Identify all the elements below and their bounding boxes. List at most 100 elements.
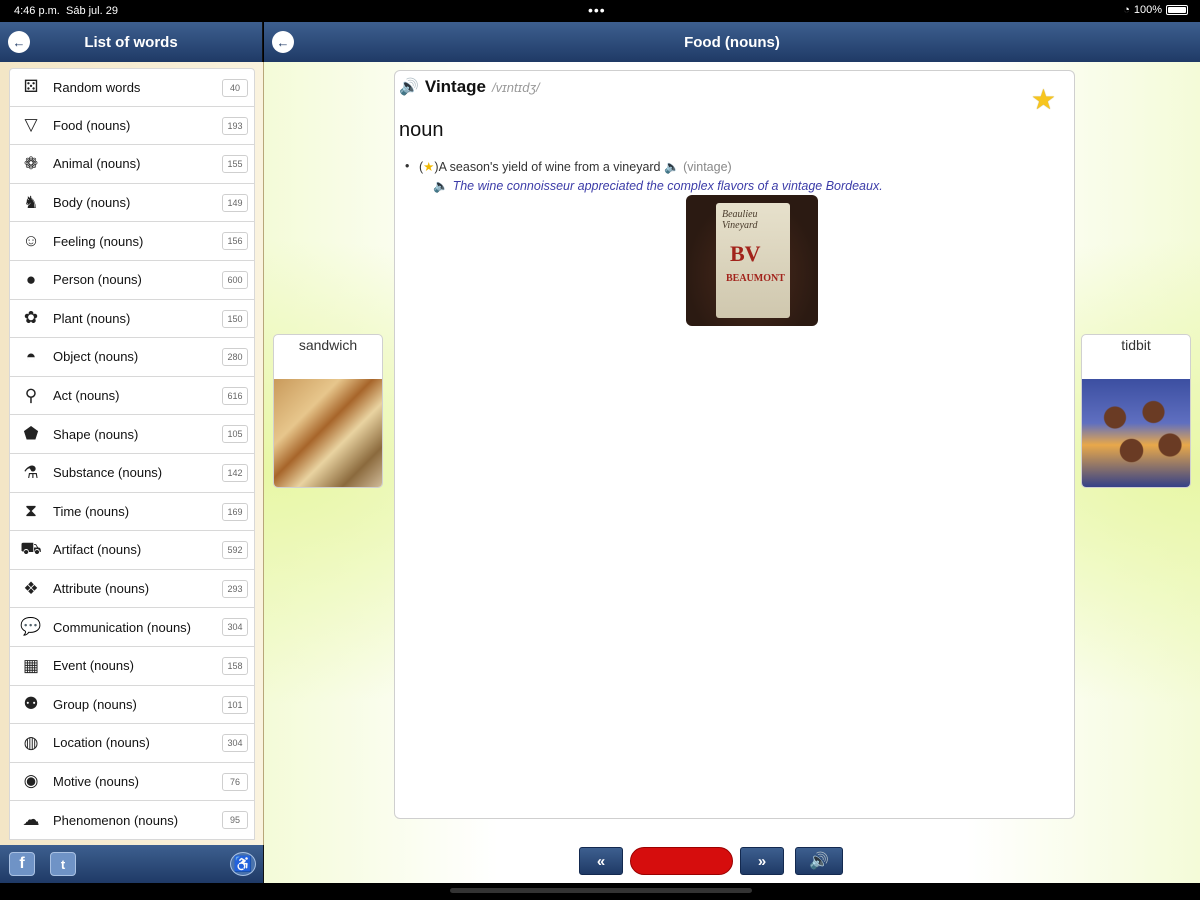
pronunciation: /vɪntɪdʒ/ bbox=[492, 80, 540, 95]
count-badge: 169 bbox=[222, 502, 248, 521]
count-badge: 158 bbox=[222, 656, 248, 675]
sidebar-item-person[interactable]: ● Person (nouns) 600 bbox=[9, 260, 255, 300]
masks-icon: ☺ bbox=[22, 231, 40, 251]
sidebar-item-label: Motive (nouns) bbox=[53, 773, 139, 789]
next-word-label: tidbit bbox=[1121, 337, 1151, 353]
gloss-link[interactable]: (vintage) bbox=[683, 160, 732, 174]
count-badge: 304 bbox=[222, 618, 248, 637]
count-badge: 592 bbox=[222, 541, 248, 560]
word-title: Vintage bbox=[424, 77, 487, 96]
label-line1: Beaulieu Vineyard bbox=[722, 209, 758, 231]
count-badge: 280 bbox=[222, 348, 248, 367]
previous-button[interactable]: « bbox=[579, 847, 623, 875]
sidebar-item-object[interactable]: ◓ Object (nouns) 280 bbox=[9, 338, 255, 377]
cloud-icon: ☁ bbox=[22, 810, 40, 830]
play-button[interactable] bbox=[630, 847, 733, 875]
sidebar-item-body[interactable]: ♞ Body (nouns) 149 bbox=[9, 183, 255, 223]
sidebar-item-label: Act (nouns) bbox=[53, 388, 120, 404]
sidebar-item-label: Food (nouns) bbox=[53, 117, 131, 133]
sidebar-item-phenomenon[interactable]: ☁ Phenomenon (nouns) 95 bbox=[9, 801, 255, 840]
count-badge: 304 bbox=[222, 734, 248, 753]
accessibility-icon[interactable]: ♿ bbox=[230, 852, 256, 876]
wifi-icon: ◔ bbox=[1123, 4, 1130, 16]
sidebar-item-label: Event (nouns) bbox=[53, 658, 134, 674]
home-indicator[interactable] bbox=[450, 888, 752, 893]
word-header: 🔊 Vintage /vɪntɪdʒ/ bbox=[399, 77, 540, 97]
back-icon[interactable]: ← bbox=[8, 31, 30, 53]
sidebar-item-time[interactable]: ⧗ Time (nouns) 169 bbox=[9, 492, 255, 532]
sidebar-title: List of words bbox=[84, 33, 178, 51]
sidebar-item-group[interactable]: ⚉ Group (nouns) 101 bbox=[9, 685, 255, 725]
sidebar-item-shape[interactable]: ⬟ Shape (nouns) 105 bbox=[9, 415, 255, 454]
sidebar-item-motive[interactable]: ◉ Motive (nouns) 76 bbox=[9, 762, 255, 802]
favorite-star-icon[interactable]: ★ bbox=[1031, 83, 1056, 116]
sidebar-item-label: Attribute (nouns) bbox=[53, 581, 150, 597]
sidebar-header: ← List of words bbox=[0, 22, 263, 62]
sound-icon[interactable]: 🔊 bbox=[795, 847, 843, 875]
count-badge: 76 bbox=[222, 772, 248, 791]
sidebar-item-animal[interactable]: ❁ Animal (nouns) 155 bbox=[9, 145, 255, 184]
word-card: 🔊 Vintage /vɪntɪdʒ/ ★ noun • (★)A season… bbox=[394, 70, 1075, 819]
calendar-icon: ▦ bbox=[22, 655, 40, 675]
star-icon[interactable]: ★ bbox=[423, 160, 434, 174]
count-badge: 40 bbox=[222, 79, 248, 97]
back-icon[interactable]: ← bbox=[272, 31, 294, 53]
sidebar-item-communication[interactable]: 💬 Communication (nouns) 304 bbox=[9, 608, 255, 647]
count-badge: 95 bbox=[222, 811, 248, 830]
sidebar-item-location[interactable]: ◍ Location (nouns) 304 bbox=[9, 724, 255, 763]
next-button[interactable]: » bbox=[740, 847, 784, 875]
battery-icon bbox=[1166, 5, 1188, 15]
pizza-icon: ▽ bbox=[24, 115, 38, 135]
car-icon: ⛟ bbox=[20, 538, 42, 558]
main-header: ← Food (nouns) bbox=[264, 22, 1200, 62]
sidebar-item-attribute[interactable]: ❖ Attribute (nouns) 293 bbox=[9, 569, 255, 609]
wine-label: Beaulieu Vineyard BV BEAUMONT bbox=[716, 203, 790, 318]
speaker-icon[interactable]: 🔈 bbox=[664, 160, 680, 174]
speaker-icon[interactable]: 🔈 bbox=[433, 179, 449, 193]
sidebar-item-random[interactable]: ⚄ Random words 40 bbox=[9, 68, 255, 107]
sidebar-item-label: Object (nouns) bbox=[53, 349, 139, 365]
part-of-speech: noun bbox=[399, 119, 444, 141]
sidebar-item-label: Animal (nouns) bbox=[53, 156, 141, 172]
page-title: Food (nouns) bbox=[684, 33, 780, 51]
category-list: ⚄ Random words 40 ▽ Food (nouns) 193 ❁ A… bbox=[9, 68, 255, 840]
status-right: ◔ 100% bbox=[1123, 4, 1188, 16]
count-badge: 600 bbox=[222, 270, 248, 289]
sidebar-item-label: Location (nouns) bbox=[53, 735, 150, 751]
random-icon: ⚄ bbox=[23, 77, 39, 97]
sidebar-item-plant[interactable]: ✿ Plant (nouns) 150 bbox=[9, 299, 255, 339]
person-icon: ● bbox=[25, 269, 37, 289]
count-badge: 616 bbox=[222, 386, 248, 405]
sidebar-item-act[interactable]: ⚲ Act (nouns) 616 bbox=[9, 376, 255, 416]
hourglass-icon: ⧗ bbox=[25, 501, 37, 521]
sidebar-item-food[interactable]: ▽ Food (nouns) 193 bbox=[9, 106, 255, 146]
multitask-dots[interactable]: ••• bbox=[588, 2, 606, 18]
pentagon-icon: ⬟ bbox=[23, 424, 39, 444]
next-word-card[interactable]: tidbit bbox=[1081, 334, 1191, 488]
sidebar-item-artifact[interactable]: ⛟ Artifact (nouns) 592 bbox=[9, 531, 255, 570]
previous-word-card[interactable]: sandwich bbox=[273, 334, 383, 488]
count-badge: 150 bbox=[222, 309, 248, 328]
sidebar-item-label: Time (nouns) bbox=[53, 503, 130, 519]
sidebar-item-event[interactable]: ▦ Event (nouns) 158 bbox=[9, 646, 255, 686]
sidebar-item-substance[interactable]: ⚗ Substance (nouns) 142 bbox=[9, 453, 255, 493]
hat-icon: ◓ bbox=[25, 346, 37, 366]
main-content: 🔊 Vintage /vɪntɪdʒ/ ★ noun • (★)A season… bbox=[264, 62, 1200, 883]
speaker-icon[interactable]: 🔊 bbox=[399, 77, 419, 97]
previous-word-label: sandwich bbox=[298, 337, 358, 353]
status-time: 4:46 p.m. Sáb jul. 29 bbox=[14, 5, 118, 17]
sense-definition: • (★)A season's yield of wine from a vin… bbox=[405, 159, 732, 175]
sidebar-item-feeling[interactable]: ☺ Feeling (nouns) 156 bbox=[9, 222, 255, 261]
facebook-icon[interactable]: f bbox=[9, 852, 35, 876]
sidebar-item-label: Body (nouns) bbox=[53, 195, 131, 211]
twitter-icon[interactable]: t bbox=[50, 852, 76, 876]
bicycle-icon: ⚲ bbox=[24, 385, 38, 405]
sidebar-item-label: Communication (nouns) bbox=[53, 619, 192, 635]
label-line2: BEAUMONT bbox=[726, 273, 785, 284]
example-text: The wine connoisseur appreciated the com… bbox=[452, 179, 883, 193]
sidebar-item-label: Plant (nouns) bbox=[53, 310, 131, 326]
battery-percent: 100% bbox=[1133, 4, 1162, 16]
count-badge: 149 bbox=[222, 193, 248, 212]
sidebar-item-label: Person (nouns) bbox=[53, 272, 142, 288]
count-badge: 155 bbox=[222, 155, 248, 174]
